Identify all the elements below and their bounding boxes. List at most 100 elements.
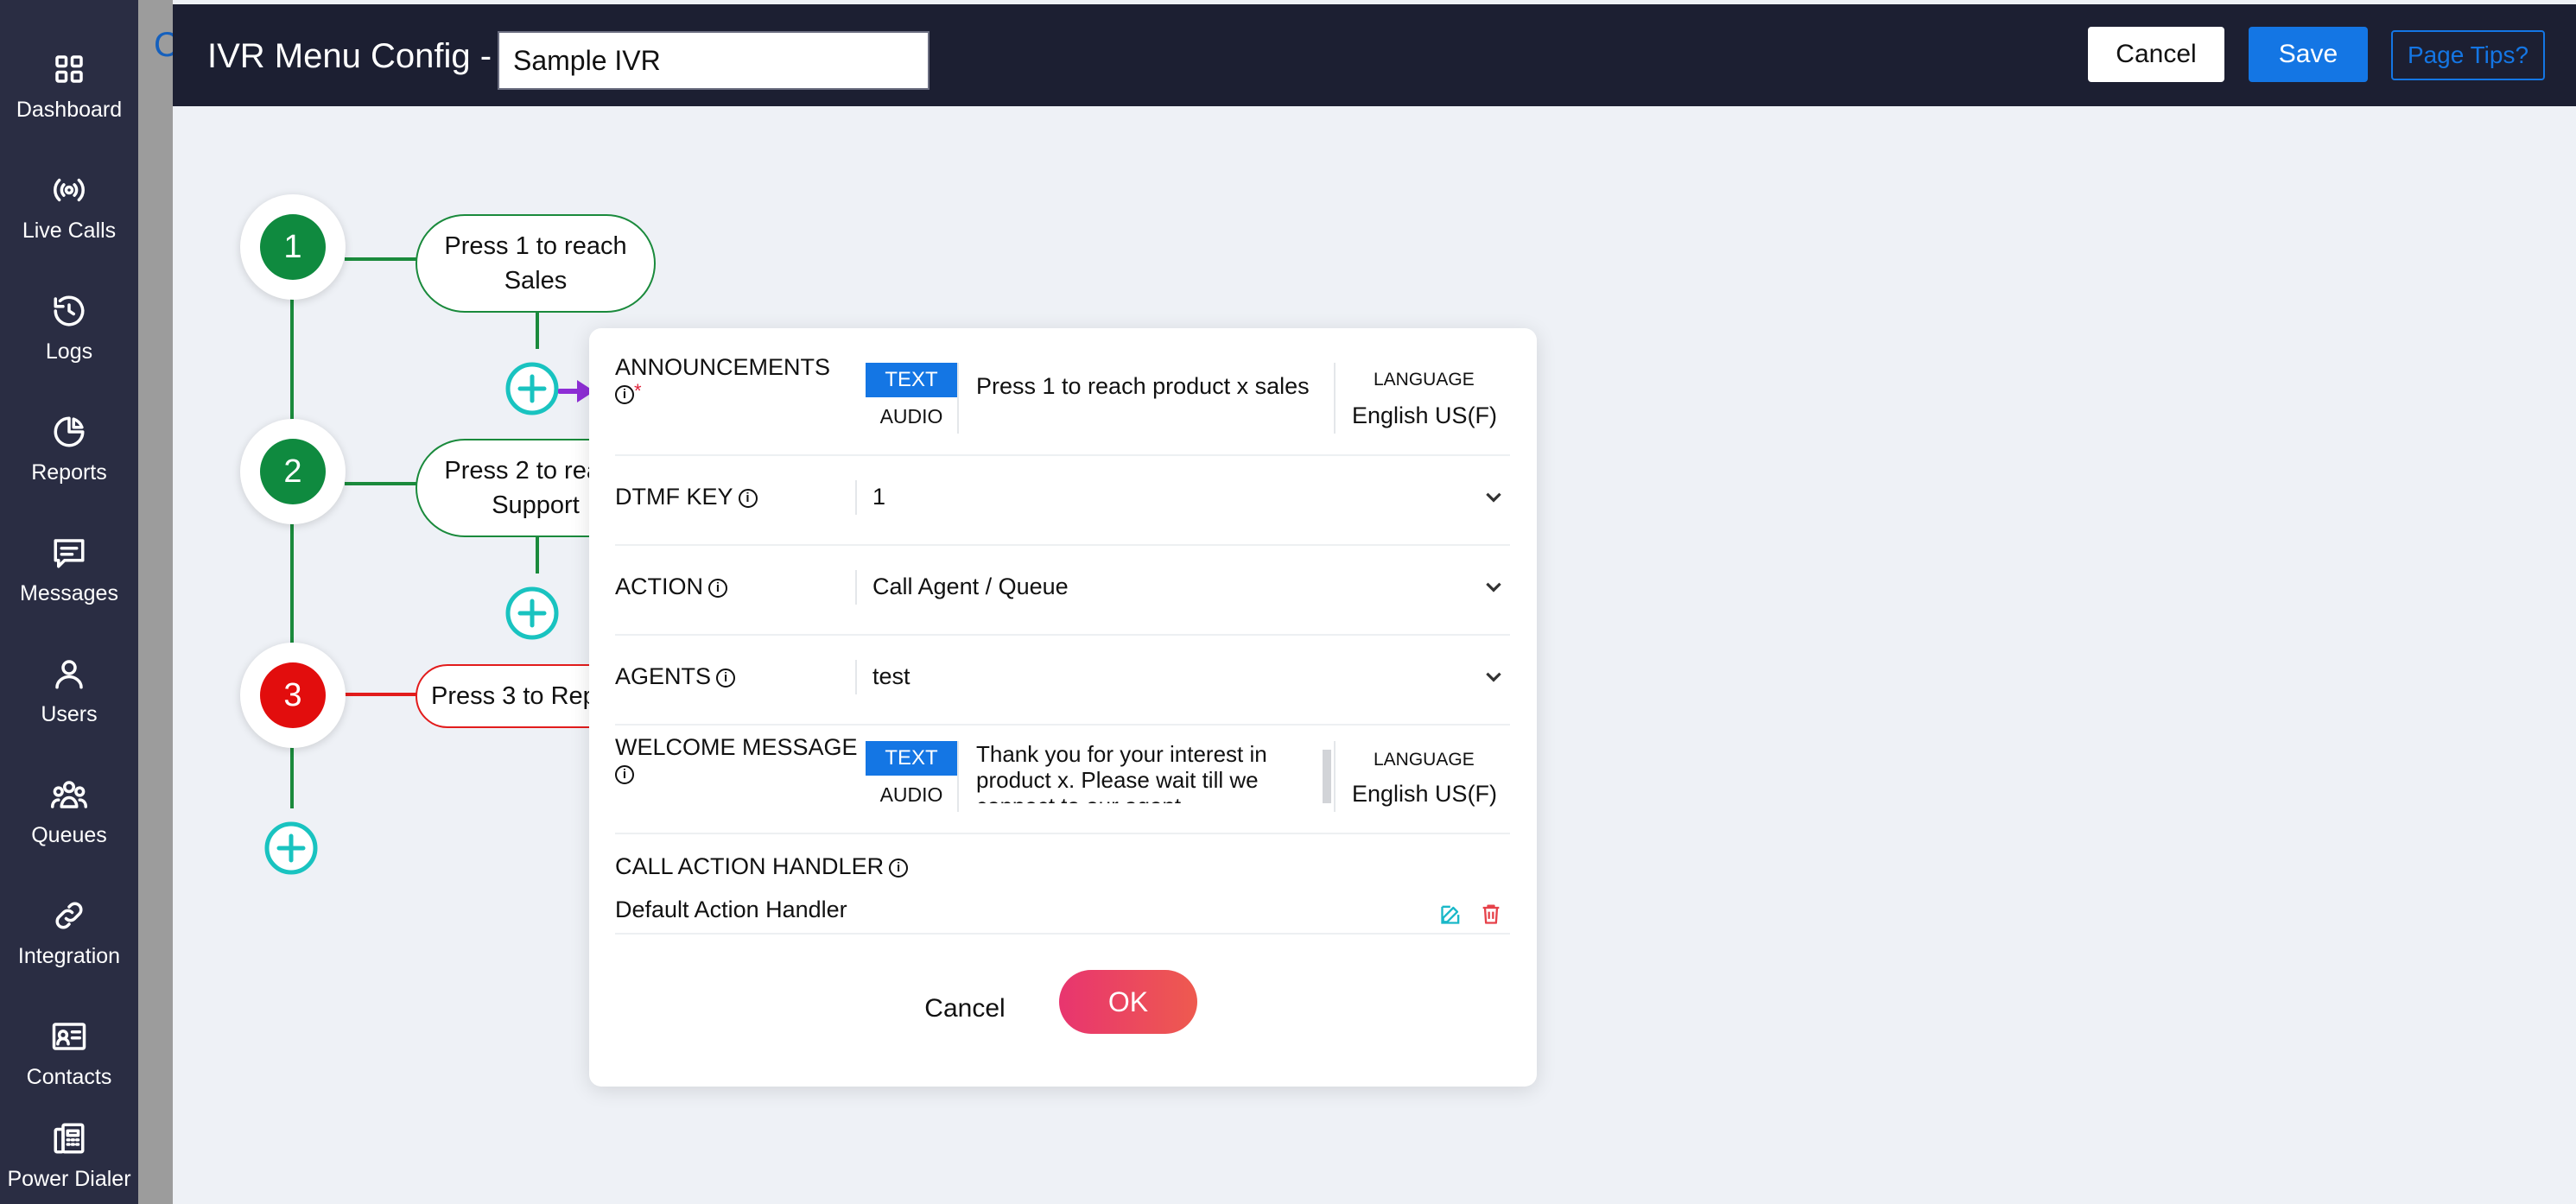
divider <box>615 634 1510 636</box>
welcome-language-select[interactable]: English US(F) <box>1352 781 1497 808</box>
action-label: ACTION i <box>615 573 728 600</box>
group-icon <box>51 780 87 808</box>
dtmf-key-select[interactable]: 1 <box>872 484 885 510</box>
header-bar: IVR Menu Config - Cancel Save Page Tips? <box>173 4 2576 106</box>
divider <box>615 724 1510 726</box>
announcements-language-select[interactable]: English US(F) <box>1352 402 1497 429</box>
info-icon[interactable]: i <box>615 384 634 404</box>
sidebar-item-queues[interactable]: Queues <box>0 756 138 868</box>
info-icon[interactable]: i <box>889 858 909 878</box>
welcome-text-tab[interactable]: TEXT <box>866 741 957 776</box>
separator <box>957 741 959 812</box>
pie-chart-icon <box>54 416 85 447</box>
divider <box>615 544 1510 546</box>
sidebar-item-contacts[interactable]: Contacts <box>0 998 138 1110</box>
action-label-text: ACTION <box>615 573 704 599</box>
node-3-connector <box>345 693 417 696</box>
call-action-handler-value: Default Action Handler <box>615 897 847 922</box>
sidebar-item-label: Live Calls <box>22 218 117 243</box>
node-2-branch-line <box>536 537 539 573</box>
sidebar-item-label: Users <box>41 701 98 726</box>
modal-ok-button[interactable]: OK <box>1059 970 1197 1034</box>
add-option-button[interactable] <box>263 821 319 876</box>
background-page-strip: C <box>138 0 179 1204</box>
dtmf-key-label-text: DTMF KEY <box>615 484 733 510</box>
sidebar-item-label: Queues <box>31 822 107 847</box>
sidebar-item-label: Power Dialer <box>7 1167 131 1191</box>
sidebar-item-label: Dashboard <box>16 97 123 122</box>
sidebar-item-messages[interactable]: Messages <box>0 514 138 626</box>
announcements-language-label: LANGUAGE <box>1374 370 1475 390</box>
pill-line: Press 1 to reach <box>444 232 627 260</box>
info-icon[interactable]: i <box>716 668 736 688</box>
agents-select[interactable]: test <box>872 663 910 690</box>
agents-label-text: AGENTS <box>615 663 712 689</box>
ivr-node-number: 2 <box>260 439 326 504</box>
info-icon[interactable]: i <box>708 578 728 598</box>
modal-cancel-button[interactable]: Cancel <box>917 985 1012 1033</box>
add-suboption-button-1[interactable] <box>504 361 560 416</box>
welcome-message-label: WELCOME MESSAGE <box>615 734 858 761</box>
node-1-connector <box>345 257 417 261</box>
sidebar-item-power-dialer[interactable]: Power Dialer <box>0 1118 138 1204</box>
required-mark: * <box>634 380 642 402</box>
separator <box>1334 363 1336 434</box>
sidebar-item-reports[interactable]: Reports <box>0 393 138 505</box>
action-select[interactable]: Call Agent / Queue <box>872 573 1069 600</box>
announcements-text-field[interactable]: Press 1 to reach product x sales <box>976 373 1310 400</box>
ivr-node-number: 1 <box>260 214 326 280</box>
ivr-node-number: 3 <box>260 662 326 728</box>
grid-icon <box>55 54 83 83</box>
separator <box>1334 741 1336 812</box>
announcements-label: ANNOUNCEMENTS <box>615 354 830 381</box>
sidebar-item-live-calls[interactable]: Live Calls <box>0 151 138 263</box>
pill-line: Support <box>492 491 580 519</box>
dialer-icon <box>54 1123 85 1154</box>
ivr-node-2[interactable]: 2 <box>240 419 346 524</box>
welcome-message-textarea[interactable]: Thank you for your interest in product x… <box>976 741 1330 803</box>
info-icon[interactable]: i <box>615 764 634 784</box>
dtmf-key-label: DTMF KEY i <box>615 484 758 510</box>
cancel-button[interactable]: Cancel <box>2088 27 2224 82</box>
welcome-audio-tab[interactable]: AUDIO <box>866 777 957 812</box>
ivr-option-pill-1[interactable]: Press 1 to reach Sales <box>416 214 656 313</box>
ivr-node-3[interactable]: 3 <box>240 643 346 748</box>
welcome-message-scrollbar[interactable] <box>1323 750 1331 803</box>
chevron-down-icon[interactable] <box>1482 485 1505 508</box>
divider <box>615 833 1510 834</box>
page-title: IVR Menu Config - <box>207 37 492 75</box>
announcements-label-text: ANNOUNCEMENTS <box>615 354 831 380</box>
announcements-audio-tab[interactable]: AUDIO <box>866 399 957 434</box>
chevron-down-icon[interactable] <box>1482 575 1505 598</box>
broadcast-icon <box>54 178 85 201</box>
trash-icon[interactable] <box>1479 902 1503 926</box>
sidebar-item-logs[interactable]: Logs <box>0 272 138 384</box>
sidebar-item-dashboard[interactable]: Dashboard <box>0 30 138 143</box>
announcements-info: i * <box>615 380 642 407</box>
edit-icon[interactable] <box>1439 902 1463 926</box>
ivr-name-input[interactable] <box>498 31 930 90</box>
save-button[interactable]: Save <box>2249 27 2368 82</box>
separator <box>957 363 959 434</box>
sidebar-item-integration[interactable]: Integration <box>0 877 138 989</box>
page-tips-button[interactable]: Page Tips? <box>2391 30 2545 80</box>
ivr-node-1[interactable]: 1 <box>240 194 346 300</box>
divider <box>615 933 1510 935</box>
sidebar-item-users[interactable]: Users <box>0 635 138 747</box>
chevron-down-icon[interactable] <box>1482 665 1505 688</box>
pill-line: Sales <box>504 267 568 295</box>
option-config-modal: ANNOUNCEMENTS i * TEXT AUDIO Press 1 to r… <box>589 328 1537 1087</box>
agents-label: AGENTS i <box>615 663 736 690</box>
announcements-text-tab[interactable]: TEXT <box>866 363 957 397</box>
node-2-connector <box>345 482 417 485</box>
plus-circle-icon <box>505 586 559 640</box>
sidebar-item-label: Contacts <box>26 1064 112 1089</box>
welcome-language-label: LANGUAGE <box>1374 750 1475 770</box>
call-action-handler-label-text: CALL ACTION HANDLER <box>615 853 885 879</box>
separator <box>855 660 857 694</box>
add-suboption-button-2[interactable] <box>504 586 560 641</box>
sidebar-item-label: Reports <box>31 459 107 485</box>
welcome-message-label-text: WELCOME MESSAGE <box>615 734 858 760</box>
info-icon[interactable]: i <box>738 488 758 508</box>
plus-circle-icon <box>505 362 559 415</box>
